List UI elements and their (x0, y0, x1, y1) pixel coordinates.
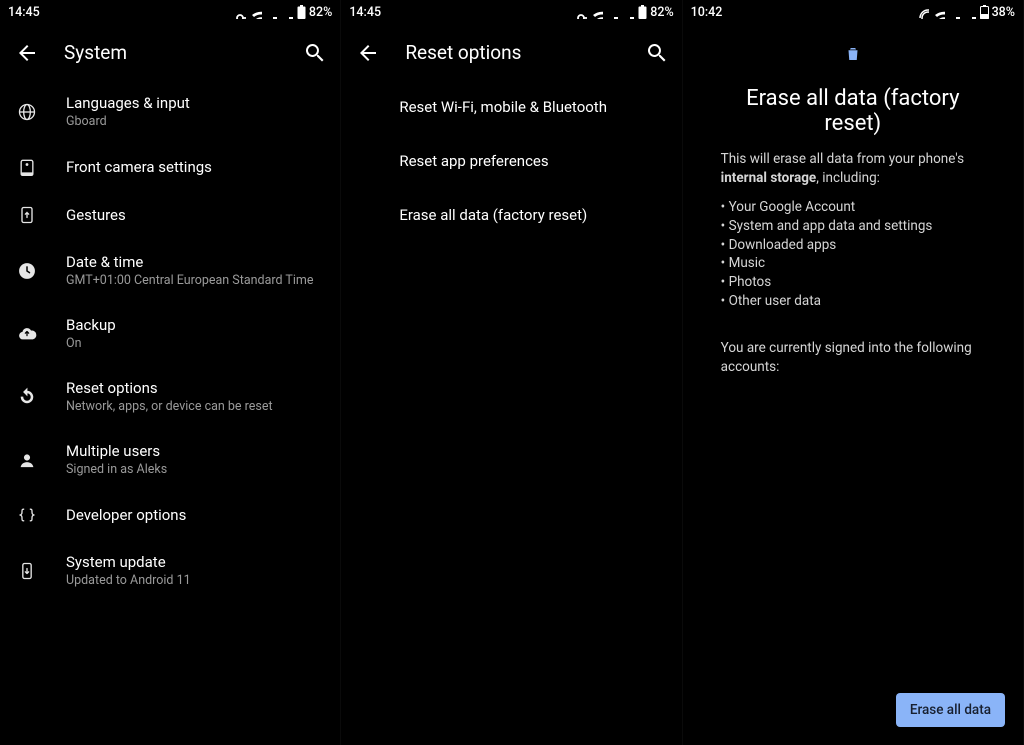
battery-icon (297, 5, 306, 19)
erase-bullet: Other user data (721, 292, 985, 311)
row-subtitle: Network, apps, or device can be reset (66, 399, 273, 414)
reset-option-row[interactable]: Reset Wi-Fi, mobile & Bluetooth (341, 80, 681, 134)
row-subtitle: Signed in as Aleks (66, 462, 167, 477)
reset-icon (14, 387, 40, 407)
signal-icon (265, 6, 278, 19)
reset-options-list: Reset Wi-Fi, mobile & BluetoothReset app… (341, 80, 681, 745)
erase-all-data-button[interactable]: Erase all data (896, 693, 1005, 727)
row-subtitle: Updated to Android 11 (66, 573, 191, 588)
settings-row-camera[interactable]: Front camera settings (0, 143, 340, 191)
screen-system: 14:45 82% System Languages & input Gboard… (0, 0, 341, 745)
signal-icon (281, 6, 294, 19)
status-bar: 10:42 38% (683, 0, 1023, 24)
row-subtitle: Gboard (66, 114, 190, 129)
erase-accounts-msg: You are currently signed into the follow… (721, 339, 985, 377)
settings-row-gestures[interactable]: Gestures (0, 191, 340, 239)
gestures-icon (14, 205, 40, 225)
erase-bullet: Your Google Account (721, 198, 985, 217)
settings-row-globe[interactable]: Languages & input Gboard (0, 80, 340, 143)
status-time: 14:45 (349, 5, 381, 20)
status-indicators: 38% (916, 5, 1015, 20)
key-icon (233, 6, 246, 19)
settings-row-braces[interactable]: Developer options (0, 491, 340, 539)
settings-row-reset[interactable]: Reset options Network, apps, or device ca… (0, 365, 340, 428)
globe-icon (14, 102, 40, 122)
status-indicators: 82% (574, 5, 673, 20)
sysup-icon (14, 561, 40, 581)
settings-list: Languages & input Gboard Front camera sett… (0, 80, 340, 745)
row-subtitle: On (66, 336, 116, 351)
screen-erase-all-data: 10:42 38% Erase all data (factory reset)… (683, 0, 1024, 745)
erase-bullet: Photos (721, 273, 985, 292)
page-title: Reset options (405, 41, 617, 64)
row-label: Languages & input (66, 94, 190, 112)
back-button[interactable] (355, 40, 379, 64)
status-time: 14:45 (8, 5, 40, 20)
status-time: 10:42 (691, 5, 723, 20)
status-bar: 14:45 82% (341, 0, 681, 24)
signal-icon (948, 6, 961, 19)
signal-icon (964, 6, 977, 19)
row-label: System update (66, 553, 191, 571)
status-indicators: 82% (233, 5, 332, 20)
erase-bullet-list: Your Google AccountSystem and app data a… (721, 198, 985, 311)
trash-icon (844, 44, 862, 68)
row-label: Backup (66, 316, 116, 334)
row-subtitle: GMT+01:00 Central European Standard Time (66, 273, 313, 288)
settings-row-clock[interactable]: Date & time GMT+01:00 Central European St… (0, 239, 340, 302)
erase-bullet: Downloaded apps (721, 236, 985, 255)
user-icon (14, 450, 40, 470)
erase-bullet: System and app data and settings (721, 217, 985, 236)
cloud-icon (14, 324, 40, 344)
row-label: Reset options (66, 379, 273, 397)
reset-option-row[interactable]: Reset app preferences (341, 134, 681, 188)
erase-bullet: Music (721, 254, 985, 273)
signal-icon (622, 6, 635, 19)
back-button[interactable] (14, 40, 38, 64)
settings-row-sysup[interactable]: System update Updated to Android 11 (0, 539, 340, 602)
search-button[interactable] (302, 40, 326, 64)
row-label: Gestures (66, 206, 126, 224)
search-button[interactable] (644, 40, 668, 64)
wifi-icon (249, 6, 262, 19)
braces-icon (14, 505, 40, 525)
wifi-icon (590, 6, 603, 19)
clock-icon (14, 261, 40, 281)
status-bar: 14:45 82% (0, 0, 340, 24)
settings-row-user[interactable]: Multiple users Signed in as Aleks (0, 428, 340, 491)
reset-option-row[interactable]: Erase all data (factory reset) (341, 188, 681, 242)
camera-icon (14, 157, 40, 177)
page-title: System (64, 41, 276, 64)
screen-reset-options: 14:45 82% Reset options Reset Wi-Fi, mob… (341, 0, 682, 745)
battery-text: 82% (309, 5, 332, 20)
settings-row-cloud[interactable]: Backup On (0, 302, 340, 365)
row-label: Front camera settings (66, 158, 212, 176)
battery-text: 38% (992, 5, 1015, 20)
app-bar: System (0, 24, 340, 80)
row-label: Date & time (66, 253, 313, 271)
vpn-icon (916, 6, 929, 19)
erase-description: This will erase all data from your phone… (721, 150, 985, 377)
row-label: Developer options (66, 506, 186, 524)
erase-title: Erase all data (factory reset) (721, 86, 985, 136)
erase-content: Erase all data (factory reset) This will… (683, 24, 1023, 377)
app-bar: Reset options (341, 24, 681, 80)
battery-icon (638, 5, 647, 19)
signal-icon (606, 6, 619, 19)
erase-button-bar: Erase all data (896, 693, 1005, 727)
wifi-icon (932, 6, 945, 19)
key-icon (574, 6, 587, 19)
row-label: Multiple users (66, 442, 167, 460)
battery-text: 82% (650, 5, 673, 20)
battery-icon (980, 5, 989, 19)
